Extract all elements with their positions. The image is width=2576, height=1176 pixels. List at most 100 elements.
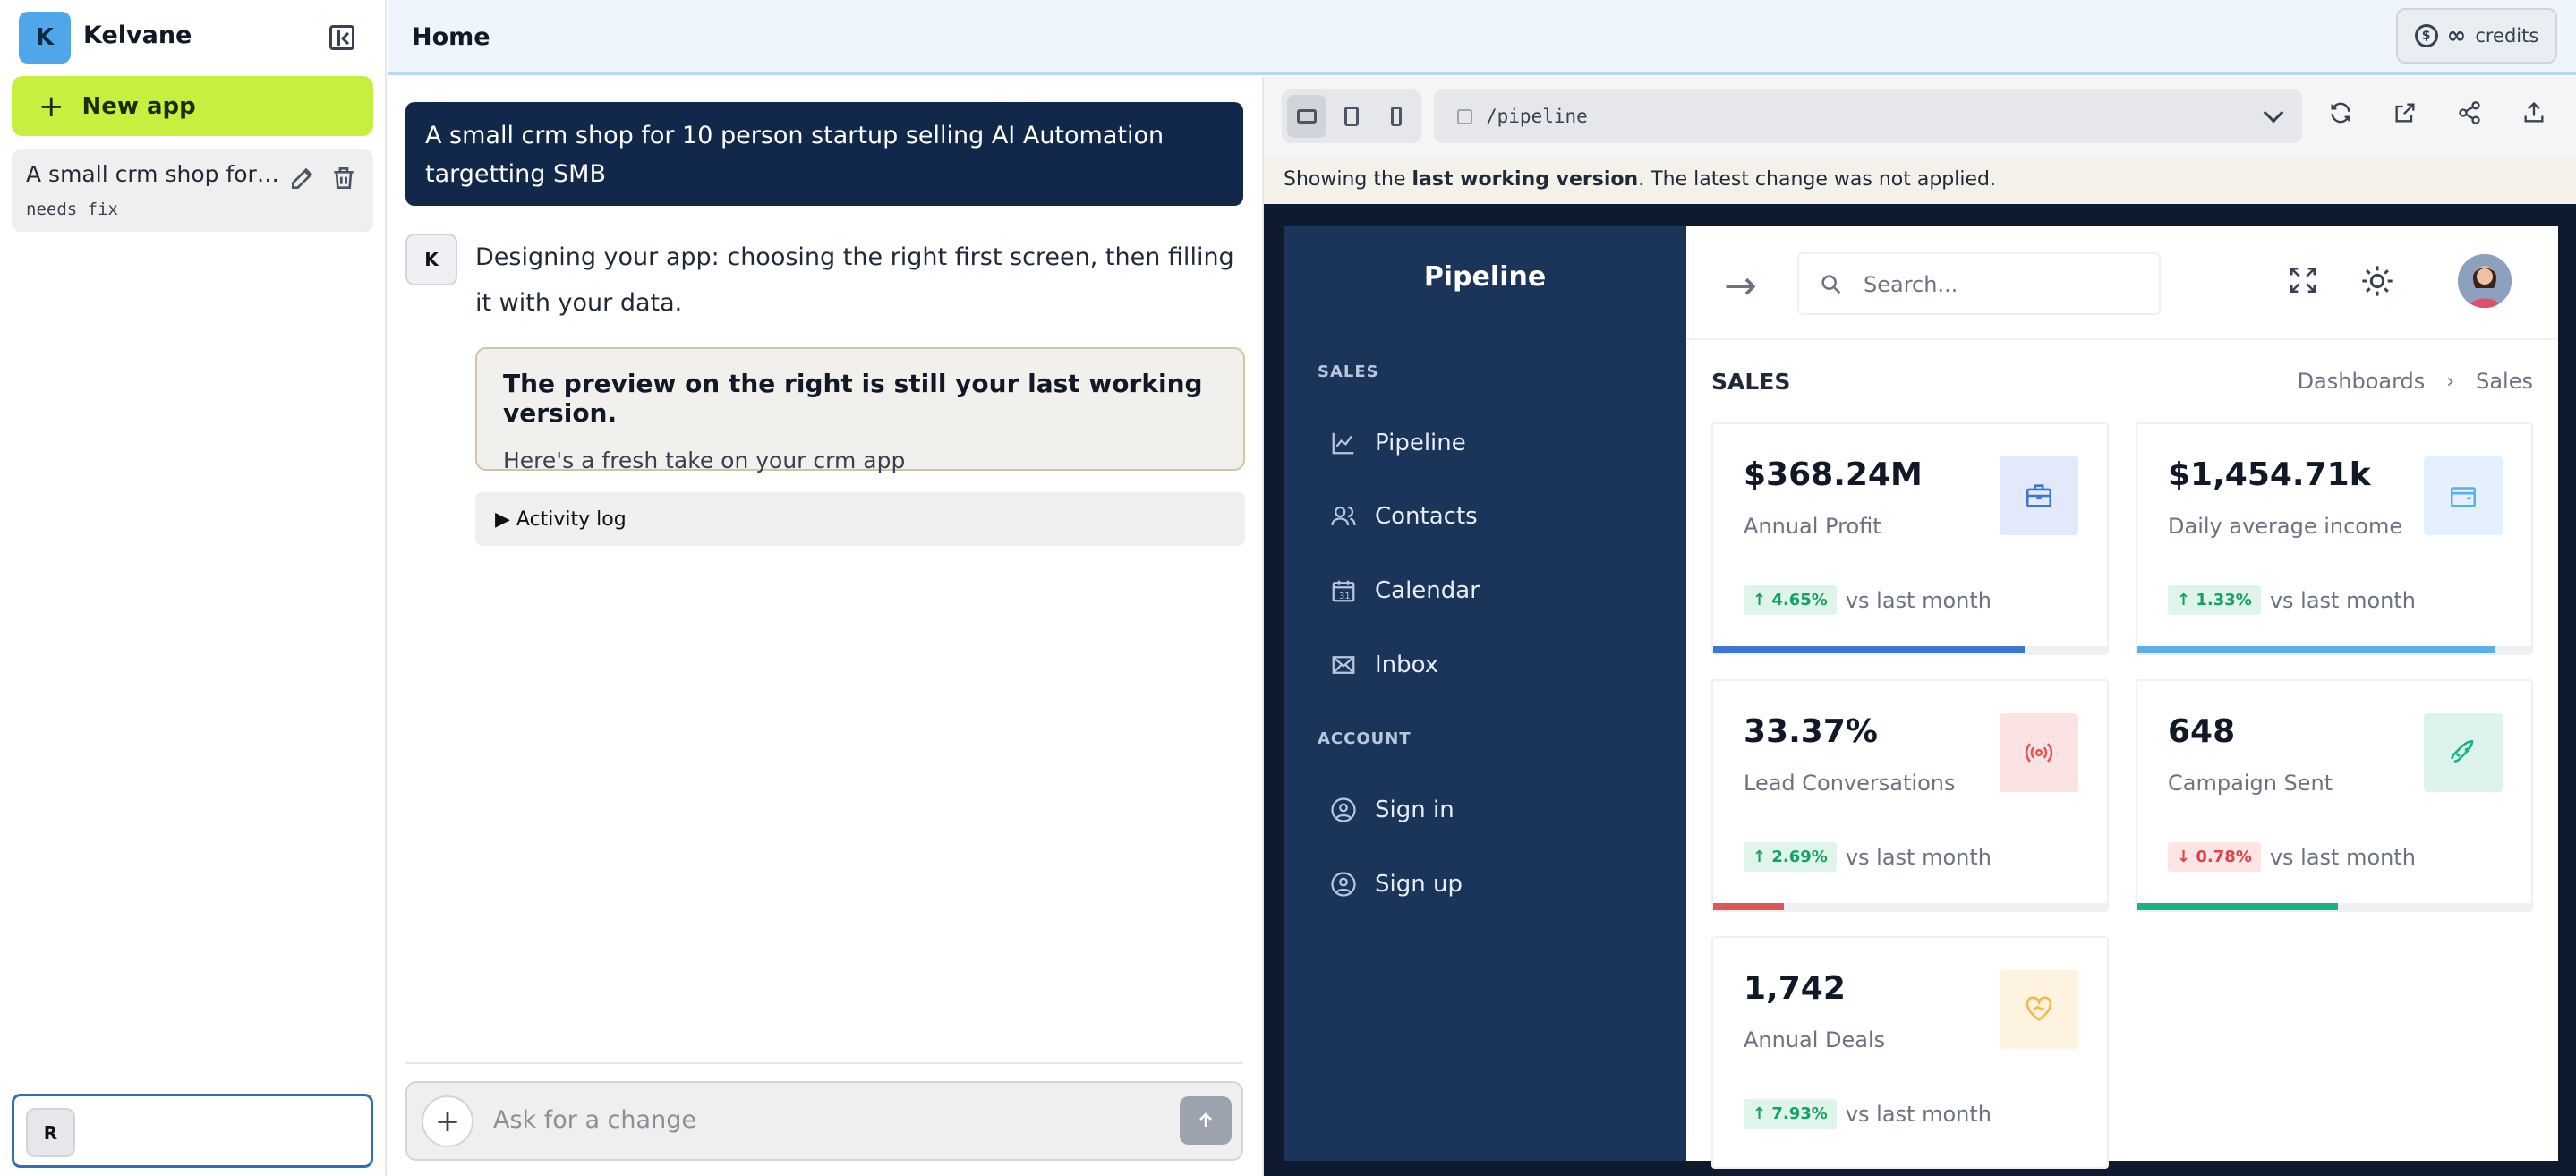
nav-label: Contacts — [1375, 503, 1478, 530]
credits-button[interactable]: $ ∞ credits — [2396, 8, 2557, 64]
wallet-icon — [2424, 456, 2503, 535]
progress-bar — [2137, 903, 2531, 910]
trend-value: 4.65% — [1771, 591, 1828, 609]
refresh-icon[interactable] — [2325, 100, 2356, 131]
nav-item-contacts[interactable]: Contacts — [1330, 503, 1478, 530]
assistant-avatar: K — [405, 234, 457, 285]
nav-label: Sign in — [1375, 797, 1454, 823]
nav-label: Pipeline — [1375, 430, 1466, 456]
url-path[interactable]: /pipeline — [1486, 106, 1588, 127]
new-app-label: New app — [81, 92, 196, 120]
sun-icon[interactable] — [2359, 263, 2395, 299]
nav-item-inbox[interactable]: Inbox — [1330, 652, 1438, 678]
stat-value: 33.37% — [1744, 713, 1878, 750]
arrow-right-icon[interactable]: → — [1724, 263, 1757, 309]
app-header: → Search... — [1686, 226, 2558, 340]
comparison-text: vs last month — [1845, 1101, 1992, 1127]
comparison-text: vs last month — [1845, 587, 1992, 613]
stat-trend: ↑ 7.93% vs last month — [1744, 1099, 1992, 1129]
workspace-avatar[interactable]: K — [19, 12, 71, 64]
stat-card: $1,454.71k Daily average income ↑ 1.33% vs … — [2136, 422, 2533, 655]
nav-item-sign-up[interactable]: Sign up — [1330, 871, 1463, 898]
section-label-sales: SALES — [1318, 362, 1379, 381]
tablet-view-button[interactable] — [1332, 95, 1371, 138]
share-icon[interactable] — [2454, 100, 2485, 131]
trash-icon[interactable] — [329, 164, 358, 192]
chat-input-box[interactable]: + Ask for a change — [405, 1081, 1243, 1161]
nav-item-calendar[interactable]: 31 Calendar — [1330, 577, 1480, 604]
nav-item-pipeline[interactable]: Pipeline — [1330, 430, 1466, 456]
preview-panel: /pipeline Showing the last working versi… — [1262, 77, 2576, 1176]
svg-text:31: 31 — [1339, 592, 1351, 601]
comparison-text: vs last month — [1845, 844, 1992, 870]
desktop-view-button[interactable] — [1287, 95, 1326, 138]
search-placeholder[interactable]: Search... — [1864, 272, 1958, 297]
stat-card: $368.24M Annual Profit ↑ 4.65% vs last mont… — [1711, 422, 2109, 655]
trend-value: 2.69% — [1771, 848, 1828, 866]
progress-fill — [1713, 903, 1785, 910]
user-circle-icon — [1331, 872, 1356, 897]
heart-handshake-icon — [2000, 970, 2078, 1049]
trend-badge: ↑ 7.93% — [1744, 1099, 1837, 1129]
app-sidebar-title: Pipeline — [1423, 261, 1547, 293]
user-avatar[interactable] — [2458, 254, 2512, 308]
upload-icon[interactable] — [2519, 100, 2549, 131]
open-external-icon[interactable] — [2390, 100, 2420, 131]
stat-card: 648 Campaign Sent ↓ 0.78% vs last month — [2136, 679, 2533, 912]
breadcrumb: Dashboards › Sales — [2298, 369, 2533, 394]
stat-label: Daily average income — [2168, 514, 2403, 539]
app-sidebar: Pipeline SALES Pipeline Contacts 31 Cale… — [1284, 226, 1686, 1161]
progress-bar — [1713, 903, 2107, 910]
trend-badge: ↑ 2.69% — [1744, 842, 1837, 872]
stat-value: 1,742 — [1744, 970, 1846, 1007]
trend-badge: ↑ 4.65% — [1744, 585, 1837, 615]
app-preview-frame: Pipeline SALES Pipeline Contacts 31 Cale… — [1264, 204, 2576, 1176]
trend-badge: ↓ 0.78% — [2168, 842, 2261, 872]
chevron-right-icon: › — [2446, 370, 2455, 393]
edit-icon[interactable] — [288, 164, 317, 192]
section-label-account: ACCOUNT — [1318, 729, 1412, 748]
stat-label: Annual Profit — [1744, 514, 1881, 539]
app-list-item[interactable]: A small crm shop for 10 person startup s… — [12, 149, 373, 232]
divider — [405, 1062, 1243, 1064]
nav-label: Sign up — [1375, 871, 1463, 898]
breadcrumb-item: Sales — [2476, 369, 2533, 394]
send-button[interactable] — [1180, 1096, 1232, 1145]
fullscreen-icon[interactable] — [2288, 265, 2318, 295]
search-icon — [1821, 275, 1841, 294]
nav-label: Calendar — [1375, 577, 1480, 604]
briefcase-icon — [2000, 456, 2078, 535]
dollar-coin-icon: $ — [2414, 24, 2438, 47]
chat-input-placeholder[interactable]: Ask for a change — [493, 1106, 696, 1134]
app-item-status: needs fix — [26, 200, 118, 219]
top-header: Home $ ∞ credits — [388, 0, 2576, 75]
stat-trend: ↓ 0.78% vs last month — [2168, 842, 2416, 872]
arrow-up-icon — [1199, 1112, 1212, 1127]
nav-item-sign-in[interactable]: Sign in — [1330, 797, 1454, 823]
collapse-sidebar-icon[interactable] — [329, 25, 354, 50]
url-bar[interactable]: /pipeline — [1434, 89, 2302, 143]
stat-value: $1,454.71k — [2168, 456, 2371, 493]
trend-value: 1.33% — [2196, 591, 2252, 609]
stat-card: 1,742 Annual Deals ↑ 7.93% vs last month — [1711, 936, 2109, 1169]
phone-view-button[interactable] — [1377, 95, 1416, 138]
search-box[interactable]: Search... — [1797, 252, 2161, 315]
notice-subtitle: Here's a fresh take on your crm app — [503, 447, 906, 473]
mail-icon — [1332, 656, 1355, 674]
calendar-icon: 31 — [1332, 580, 1355, 602]
attach-plus-button[interactable]: + — [422, 1095, 473, 1147]
stat-label: Campaign Sent — [2168, 771, 2333, 796]
progress-bar — [1713, 646, 2107, 653]
comparison-text: vs last month — [2269, 844, 2416, 870]
stat-label: Lead Conversations — [1744, 771, 1956, 796]
chevron-down-icon[interactable] — [2263, 102, 2284, 124]
broadcast-icon — [2000, 713, 2078, 792]
user-avatar[interactable]: R — [26, 1108, 75, 1157]
activity-log-toggle[interactable]: ▶ Activity log — [475, 492, 1245, 546]
stat-trend: ↑ 4.65% vs last month — [1744, 585, 1992, 615]
user-account-box[interactable]: R — [12, 1094, 373, 1168]
breadcrumb-item[interactable]: Dashboards — [2298, 369, 2426, 394]
users-icon — [1331, 506, 1356, 526]
sidebar: K Kelvane + New app A small crm shop for… — [0, 0, 387, 1176]
new-app-button[interactable]: + New app — [12, 76, 373, 136]
